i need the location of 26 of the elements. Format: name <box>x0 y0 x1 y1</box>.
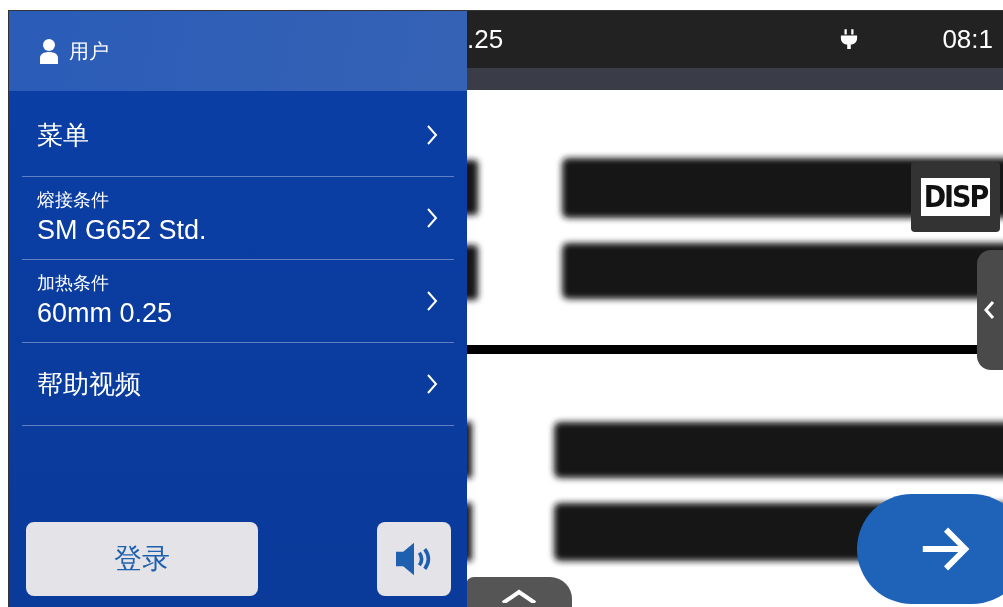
menu-item-value: SM G652 Std. <box>37 214 207 247</box>
menu-item[interactable]: 菜单 <box>22 94 454 177</box>
login-button[interactable]: 登录 <box>26 522 258 596</box>
menu-item-label: 菜单 <box>37 118 89 152</box>
menu-item[interactable]: 帮助视频 <box>22 343 454 426</box>
chevron-left-icon <box>983 300 995 320</box>
menu-item[interactable]: 加热条件 60mm 0.25 <box>22 260 454 343</box>
status-reading: .25 <box>467 24 505 55</box>
disp-button[interactable]: DISP <box>911 162 1000 232</box>
menu-item[interactable]: 熔接条件 SM G652 Std. <box>22 177 454 260</box>
chevron-right-icon <box>426 124 438 146</box>
user-icon <box>39 38 59 64</box>
menu-item-label: 帮助视频 <box>37 367 141 401</box>
menu-item-value: 60mm 0.25 <box>37 297 173 330</box>
menu-item-label: 加热条件 <box>37 272 110 295</box>
chevron-right-icon <box>426 373 438 395</box>
sound-button[interactable] <box>377 522 451 596</box>
power-plug-icon <box>840 28 859 51</box>
next-button[interactable] <box>857 494 1003 604</box>
chevron-up-icon <box>499 589 539 603</box>
clock-time: 08:1 <box>942 24 993 55</box>
menu-item-label: 熔接条件 <box>37 189 110 212</box>
chevron-right-icon <box>426 207 438 229</box>
bottom-tab[interactable] <box>466 577 572 607</box>
user-label: 用户 <box>69 38 109 64</box>
chevron-right-icon <box>426 290 438 312</box>
